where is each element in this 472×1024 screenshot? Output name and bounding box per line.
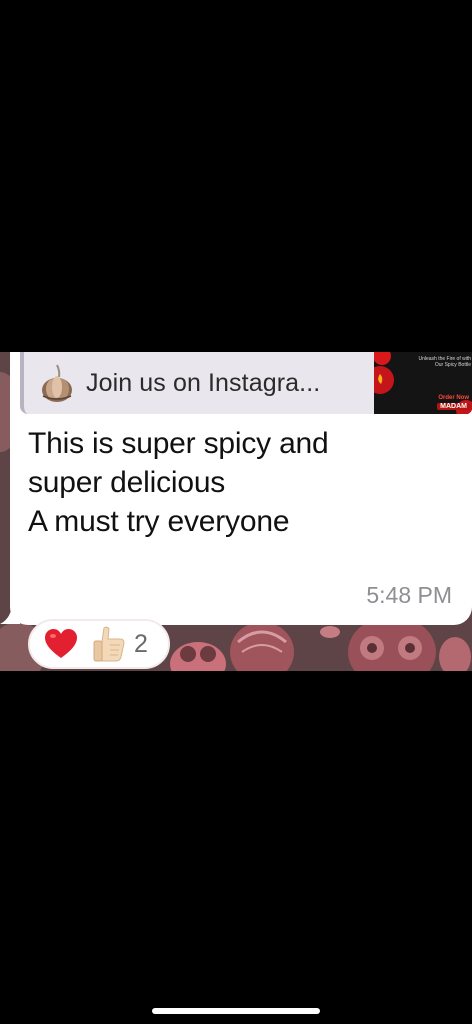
link-preview[interactable]: Join us on Instagra... bbox=[20, 352, 374, 414]
thumbnail-brand: MADAM bbox=[437, 403, 470, 410]
thumbs-up-icon[interactable] bbox=[90, 625, 126, 663]
preview-title: Join us on Instagra... bbox=[86, 368, 321, 397]
reactions-pill[interactable]: 2 bbox=[28, 619, 170, 669]
bubble-tail bbox=[0, 602, 20, 624]
garlic-icon bbox=[42, 364, 72, 402]
message-text: This is super spicy and super delicious … bbox=[28, 424, 448, 541]
thumbnail-tagline: Unleash the Fire of with Our Spicy Bottl… bbox=[418, 356, 471, 368]
message-timestamp: 5:48 PM bbox=[366, 582, 452, 608]
reaction-count: 2 bbox=[134, 629, 148, 658]
screen: Join us on Instagra... Unleash the Fire … bbox=[0, 0, 472, 1024]
chat-area[interactable]: Join us on Instagra... Unleash the Fire … bbox=[0, 352, 472, 671]
heart-icon[interactable] bbox=[44, 628, 78, 660]
preview-thumbnail[interactable]: Unleash the Fire of with Our Spicy Bottl… bbox=[374, 352, 472, 414]
thumbnail-order-text: Order Now bbox=[438, 395, 469, 401]
message-line: This is super spicy and bbox=[28, 427, 329, 460]
message-line: A must try everyone bbox=[28, 505, 290, 538]
message-line: super delicious bbox=[28, 466, 226, 499]
home-indicator[interactable] bbox=[152, 1008, 320, 1014]
